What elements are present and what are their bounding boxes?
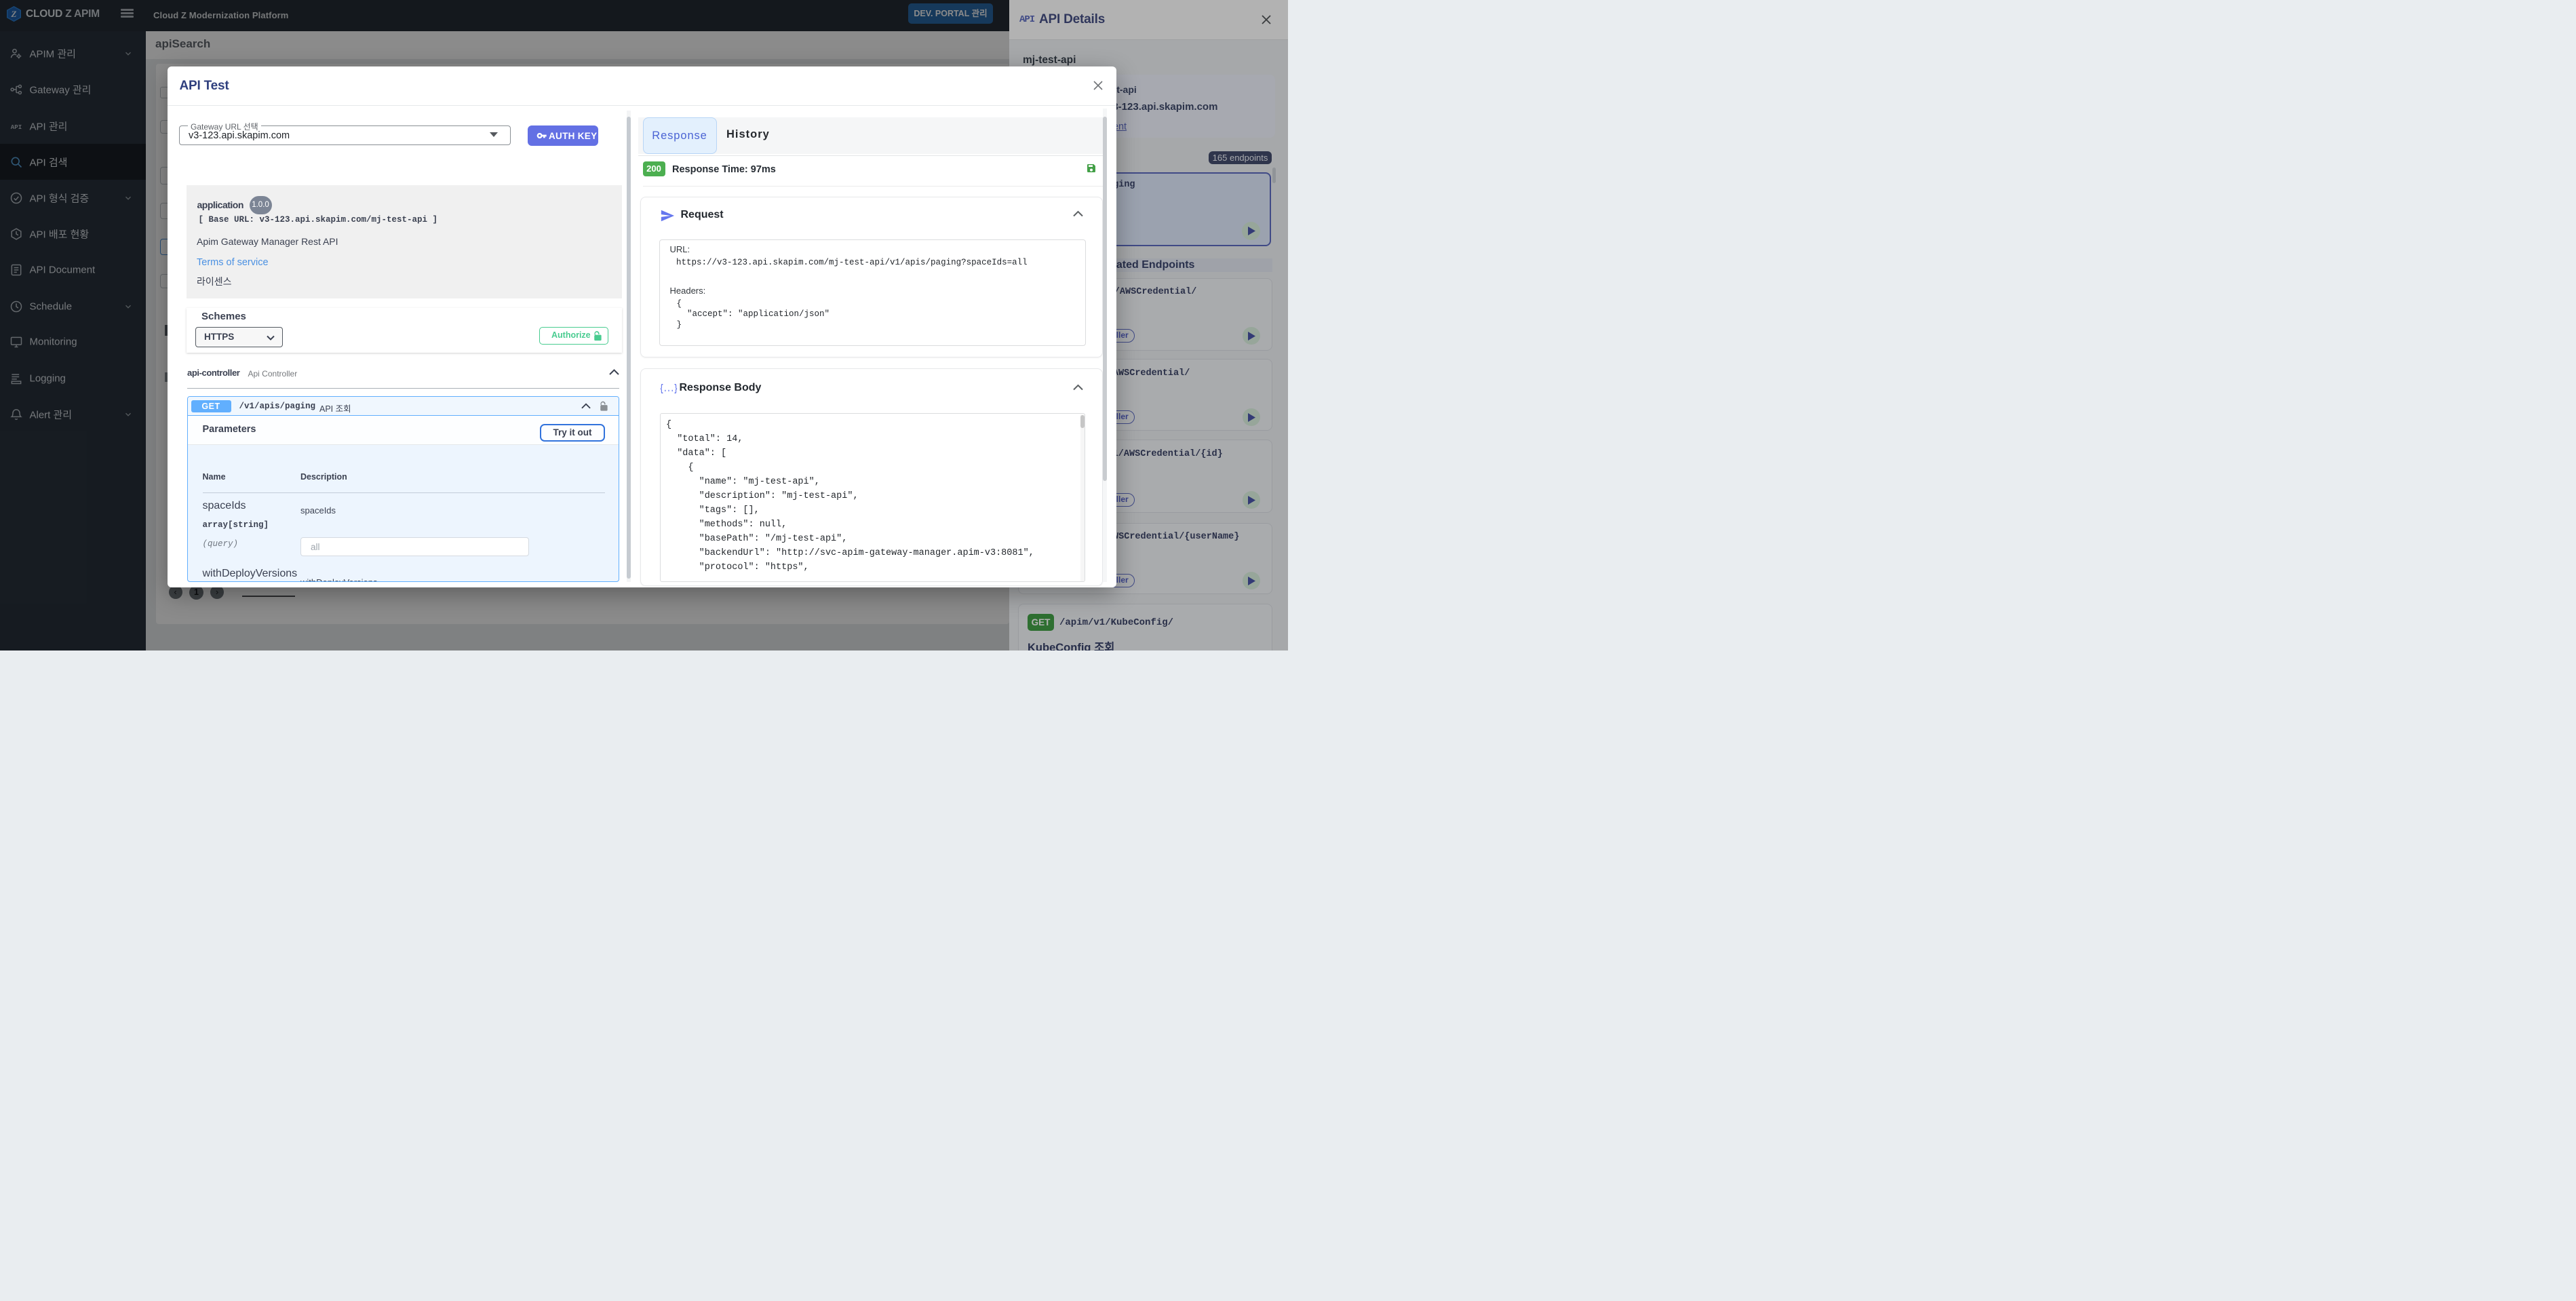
svg-text:{...}: {...} bbox=[660, 383, 678, 395]
